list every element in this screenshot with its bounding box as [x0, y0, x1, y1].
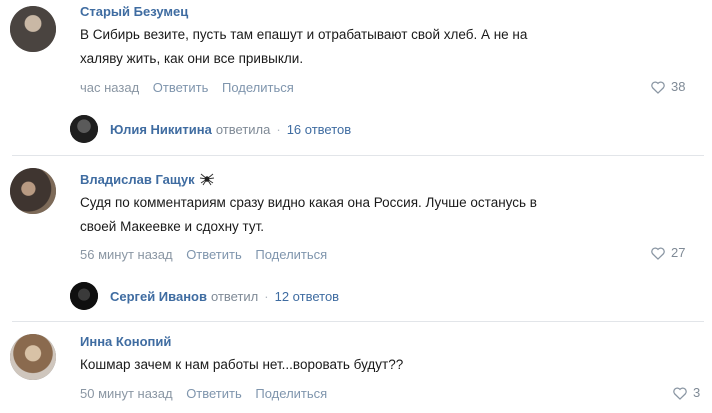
like-count: 38: [671, 79, 686, 94]
heart-icon: [651, 247, 665, 260]
comment-text-line: своей Макеевке и сдохну тут.: [80, 219, 265, 234]
share-button[interactable]: Поделиться: [222, 80, 294, 95]
reply-button[interactable]: Ответить: [153, 80, 209, 95]
avatar: [70, 282, 98, 310]
comment-time[interactable]: 50 минут назад: [80, 386, 173, 401]
avatar[interactable]: [10, 334, 56, 380]
replies-count[interactable]: 16 ответов: [287, 122, 351, 137]
reply-author[interactable]: Юлия Никитина: [110, 122, 212, 137]
comment: Владислав Гащук Судя по комментариям сра…: [0, 162, 712, 312]
comment-text-line: Кошмар зачем к нам работы нет...воровать…: [80, 357, 404, 372]
avatar[interactable]: [10, 168, 56, 214]
like-button[interactable]: 38: [650, 79, 685, 94]
comment-text-line: халяву жить, как они все привыкли.: [80, 51, 304, 66]
heart-icon: [651, 81, 665, 94]
spider-icon: [199, 173, 214, 186]
comment-meta: час назад Ответить Поделиться: [80, 80, 294, 95]
reply-button[interactable]: Ответить: [186, 247, 242, 262]
comment-author-name[interactable]: Владислав Гащук: [80, 172, 195, 187]
comment: Старый Безумец В Сибирь везите, пусть та…: [0, 0, 712, 150]
replies-thread[interactable]: Юлия Никитина ответила · 16 ответов: [70, 115, 351, 143]
like-button[interactable]: 27: [650, 245, 685, 260]
comment: Инна Конопий Кошмар зачем к нам работы н…: [0, 322, 712, 413]
comment-author[interactable]: Старый Безумец: [80, 4, 188, 19]
comment-meta: 56 минут назад Ответить Поделиться: [80, 247, 327, 262]
separator: ·: [276, 122, 281, 137]
reply-verb: ответила: [215, 122, 271, 137]
heart-icon: [673, 387, 687, 400]
like-count: 3: [693, 385, 701, 400]
share-button[interactable]: Поделиться: [255, 386, 327, 401]
reply-verb: ответил: [211, 289, 259, 304]
comment-meta: 50 минут назад Ответить Поделиться: [80, 386, 327, 401]
comment-author[interactable]: Инна Конопий: [80, 334, 171, 349]
separator: ·: [264, 289, 269, 304]
avatar: [70, 115, 98, 143]
comment-text-line: В Сибирь везите, пусть там епашут и отра…: [80, 27, 528, 42]
replies-thread[interactable]: Сергей Иванов ответил · 12 ответов: [70, 282, 339, 310]
comment-author[interactable]: Владислав Гащук: [80, 172, 215, 187]
replies-count[interactable]: 12 ответов: [275, 289, 339, 304]
comment-text-line: Судя по комментариям сразу видно какая о…: [80, 195, 537, 210]
reply-button[interactable]: Ответить: [186, 386, 242, 401]
comment-time[interactable]: час назад: [80, 80, 139, 95]
avatar[interactable]: [10, 6, 56, 52]
like-button[interactable]: 3: [672, 385, 700, 400]
divider: [12, 155, 704, 156]
comment-time[interactable]: 56 минут назад: [80, 247, 173, 262]
like-count: 27: [671, 245, 686, 260]
reply-author[interactable]: Сергей Иванов: [110, 289, 207, 304]
share-button[interactable]: Поделиться: [255, 247, 327, 262]
